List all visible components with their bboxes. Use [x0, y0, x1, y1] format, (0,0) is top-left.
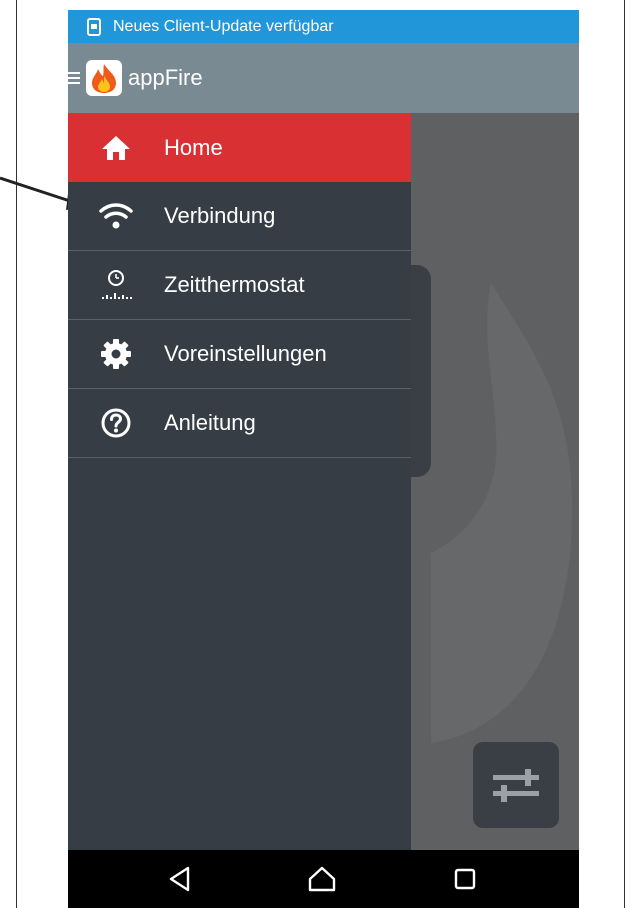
wifi-icon	[96, 196, 136, 236]
home-button[interactable]	[306, 863, 338, 895]
back-icon	[169, 866, 190, 892]
home-icon	[96, 128, 136, 168]
flame-watermark	[431, 283, 573, 743]
main-content-dimmed	[411, 113, 579, 850]
home-icon	[308, 866, 336, 892]
side-panel-handle[interactable]	[411, 265, 431, 477]
status-notification: Neues Client-Update verfügbar	[113, 17, 334, 35]
timer-icon	[96, 265, 136, 305]
app-title: appFire	[128, 65, 203, 90]
drawer-item-verbindung[interactable]: Verbindung	[68, 182, 411, 251]
drawer-item-anleitung[interactable]: Anleitung	[68, 389, 411, 458]
flame-icon	[92, 64, 116, 93]
gear-icon	[96, 334, 136, 374]
settings-fab[interactable]	[473, 742, 559, 828]
system-nav-bar	[68, 850, 579, 908]
phone-screen: Neues Client-Update verfügbar appFire Ho…	[68, 10, 579, 908]
drawer-item-voreinstellungen[interactable]: Voreinstellungen	[68, 320, 411, 389]
app-bar: appFire	[68, 43, 579, 113]
status-bar: Neues Client-Update verfügbar	[68, 10, 579, 43]
drawer-item-zeitthermostat[interactable]: Zeitthermostat	[68, 251, 411, 320]
help-icon	[96, 403, 136, 443]
back-button[interactable]	[164, 863, 196, 895]
drawer-item-label: Voreinstellungen	[164, 341, 327, 366]
app-logo	[86, 60, 122, 96]
drawer-item-home[interactable]: Home	[68, 113, 411, 182]
drawer-item-label: Anleitung	[164, 410, 256, 435]
drawer-item-label: Zeitthermostat	[164, 272, 305, 297]
update-icon	[87, 17, 101, 36]
hamburger-menu-icon[interactable]	[68, 70, 80, 86]
recents-icon	[454, 868, 476, 890]
sliders-icon	[493, 769, 539, 802]
drawer-item-label: Home	[164, 134, 223, 160]
recents-button[interactable]	[449, 863, 481, 895]
navigation-drawer: Home Verbindung Zeitthermostat Voreinste…	[68, 113, 411, 850]
drawer-item-label: Verbindung	[164, 203, 276, 228]
